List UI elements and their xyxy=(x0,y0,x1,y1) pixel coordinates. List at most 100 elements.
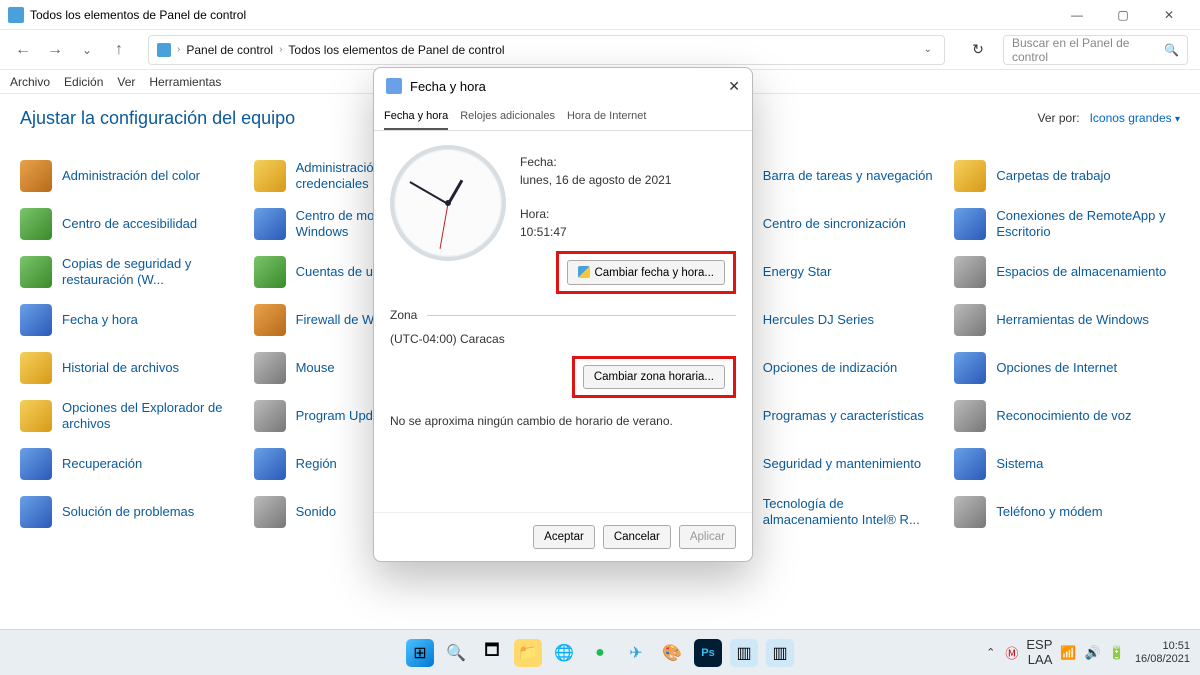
item-label: Fecha y hora xyxy=(62,312,138,328)
explorer-icon[interactable]: 📁 xyxy=(514,639,542,667)
item-label: Reconocimiento de voz xyxy=(996,408,1131,424)
maximize-button[interactable]: ▢ xyxy=(1100,0,1146,30)
forward-button[interactable]: → xyxy=(44,41,66,59)
control-panel-item[interactable]: Conexiones de RemoteApp y Escritorio xyxy=(954,200,1180,248)
menu-view[interactable]: Ver xyxy=(117,75,135,89)
mcafee-icon[interactable]: Ⓜ xyxy=(1005,643,1018,662)
control-panel-item[interactable]: Barra de tareas y navegación xyxy=(721,152,947,200)
date-value: lunes, 16 de agosto de 2021 xyxy=(520,171,736,189)
wifi-icon[interactable]: 📶 xyxy=(1060,645,1076,661)
spotify-icon[interactable]: ● xyxy=(586,639,614,667)
control-panel-item[interactable]: Administración del color xyxy=(20,152,246,200)
battery-icon[interactable]: 🔋 xyxy=(1109,645,1125,661)
control-panel-item[interactable]: Recuperación xyxy=(20,440,246,488)
control-panel-item[interactable]: Hercules DJ Series xyxy=(721,296,947,344)
control-panel-item[interactable]: Seguridad y mantenimiento xyxy=(721,440,947,488)
control-panel-item[interactable]: Energy Star xyxy=(721,248,947,296)
item-label: Centro de accesibilidad xyxy=(62,216,197,232)
control-panel-item[interactable]: Sistema xyxy=(954,440,1180,488)
control-panel-item[interactable]: Teléfono y módem xyxy=(954,488,1180,536)
telegram-icon[interactable]: ✈ xyxy=(622,639,650,667)
up-button[interactable]: ↑ xyxy=(108,41,130,59)
item-label: Opciones del Explorador de archivos xyxy=(62,400,240,431)
item-icon xyxy=(954,256,986,288)
apply-button[interactable]: Aplicar xyxy=(679,525,736,549)
volume-icon[interactable]: 🔊 xyxy=(1085,645,1101,661)
control-panel-item[interactable]: Opciones del Explorador de archivos xyxy=(20,392,246,440)
change-date-time-button[interactable]: Cambiar fecha y hora... xyxy=(567,260,725,285)
control-panel-item[interactable]: Tecnología de almacenamiento Intel® R... xyxy=(721,488,947,536)
dialog-icon xyxy=(386,78,402,94)
view-by-dropdown[interactable]: Iconos grandes ▾ xyxy=(1090,111,1180,125)
breadcrumb-item[interactable]: Todos los elementos de Panel de control xyxy=(288,43,504,57)
control-panel-item[interactable]: Opciones de indización xyxy=(721,344,947,392)
item-label: Teléfono y módem xyxy=(996,504,1102,520)
taskbar: ⊞ 🔍 🗖 📁 🌐 ● ✈ 🎨 Ps ▥ ▥ ⌃ Ⓜ ESPLAA 📶 🔊 🔋 … xyxy=(0,629,1200,675)
dialog-titlebar: Fecha y hora ✕ xyxy=(374,68,752,104)
menu-tools[interactable]: Herramientas xyxy=(149,75,221,89)
taskbar-app-icon[interactable]: ▥ xyxy=(730,639,758,667)
breadcrumb-item[interactable]: Panel de control xyxy=(186,43,273,57)
control-panel-item[interactable]: Historial de archivos xyxy=(20,344,246,392)
back-button[interactable]: ← xyxy=(12,41,34,59)
control-panel-item[interactable]: Herramientas de Windows xyxy=(954,296,1180,344)
control-panel-item[interactable]: Opciones de Internet xyxy=(954,344,1180,392)
control-panel-item[interactable]: Centro de sincronización xyxy=(721,200,947,248)
close-button[interactable]: ✕ xyxy=(1146,0,1192,30)
chevron-down-icon[interactable]: ⌄ xyxy=(924,44,932,55)
item-label: Solución de problemas xyxy=(62,504,194,520)
start-button[interactable]: ⊞ xyxy=(406,639,434,667)
dialog-close-button[interactable]: ✕ xyxy=(728,78,740,95)
item-icon xyxy=(254,256,286,288)
item-label: Copias de seguridad y restauración (W... xyxy=(62,256,240,287)
item-icon xyxy=(954,496,986,528)
tab-date-time[interactable]: Fecha y hora xyxy=(384,104,448,130)
control-panel-item[interactable]: Copias de seguridad y restauración (W... xyxy=(20,248,246,296)
tab-internet-time[interactable]: Hora de Internet xyxy=(567,104,647,130)
item-icon xyxy=(20,160,52,192)
time-value: 10:51:47 xyxy=(520,223,736,241)
control-panel-item[interactable]: Reconocimiento de voz xyxy=(954,392,1180,440)
control-panel-item[interactable]: Fecha y hora xyxy=(20,296,246,344)
control-panel-item[interactable]: Solución de problemas xyxy=(20,488,246,536)
recent-locations[interactable]: ⌄ xyxy=(76,43,98,57)
search-icon: 🔍 xyxy=(1164,43,1179,57)
refresh-button[interactable]: ↻ xyxy=(963,41,993,58)
item-label: Administración del color xyxy=(62,168,200,184)
item-icon xyxy=(20,208,52,240)
clock-taskbar[interactable]: 10:5116/08/2021 xyxy=(1135,640,1190,665)
ok-button[interactable]: Aceptar xyxy=(533,525,595,549)
control-panel-item[interactable]: Espacios de almacenamiento xyxy=(954,248,1180,296)
menu-file[interactable]: Archivo xyxy=(10,75,50,89)
photoshop-icon[interactable]: Ps xyxy=(694,639,722,667)
item-icon xyxy=(954,208,986,240)
item-icon xyxy=(20,448,52,480)
item-icon xyxy=(954,448,986,480)
paint-icon[interactable]: 🎨 xyxy=(658,639,686,667)
item-label: Opciones de indización xyxy=(763,360,897,376)
control-panel-item[interactable]: Centro de accesibilidad xyxy=(20,200,246,248)
item-icon xyxy=(254,496,286,528)
app-icon xyxy=(8,7,24,23)
chevron-right-icon: › xyxy=(177,44,180,55)
cancel-button[interactable]: Cancelar xyxy=(603,525,671,549)
control-panel-item[interactable]: Programas y características xyxy=(721,392,947,440)
page-title: Ajustar la configuración del equipo xyxy=(20,108,295,129)
taskbar-app-icon[interactable]: ▥ xyxy=(766,639,794,667)
item-label: Programas y características xyxy=(763,408,924,424)
breadcrumb[interactable]: › Panel de control › Todos los elementos… xyxy=(148,35,945,65)
item-icon xyxy=(954,352,986,384)
minimize-button[interactable]: — xyxy=(1054,0,1100,30)
tray-expand-icon[interactable]: ⌃ xyxy=(986,646,995,659)
chevron-right-icon: › xyxy=(279,44,282,55)
change-timezone-button[interactable]: Cambiar zona horaria... xyxy=(583,365,725,389)
chrome-icon[interactable]: 🌐 xyxy=(550,639,578,667)
item-icon xyxy=(254,448,286,480)
search-input[interactable]: Buscar en el Panel de control 🔍 xyxy=(1003,35,1188,65)
menu-edit[interactable]: Edición xyxy=(64,75,103,89)
control-panel-item[interactable]: Carpetas de trabajo xyxy=(954,152,1180,200)
search-icon[interactable]: 🔍 xyxy=(442,639,470,667)
task-view-icon[interactable]: 🗖 xyxy=(478,639,506,667)
language-indicator[interactable]: ESPLAA xyxy=(1026,638,1052,668)
tab-additional-clocks[interactable]: Relojes adicionales xyxy=(460,104,555,130)
